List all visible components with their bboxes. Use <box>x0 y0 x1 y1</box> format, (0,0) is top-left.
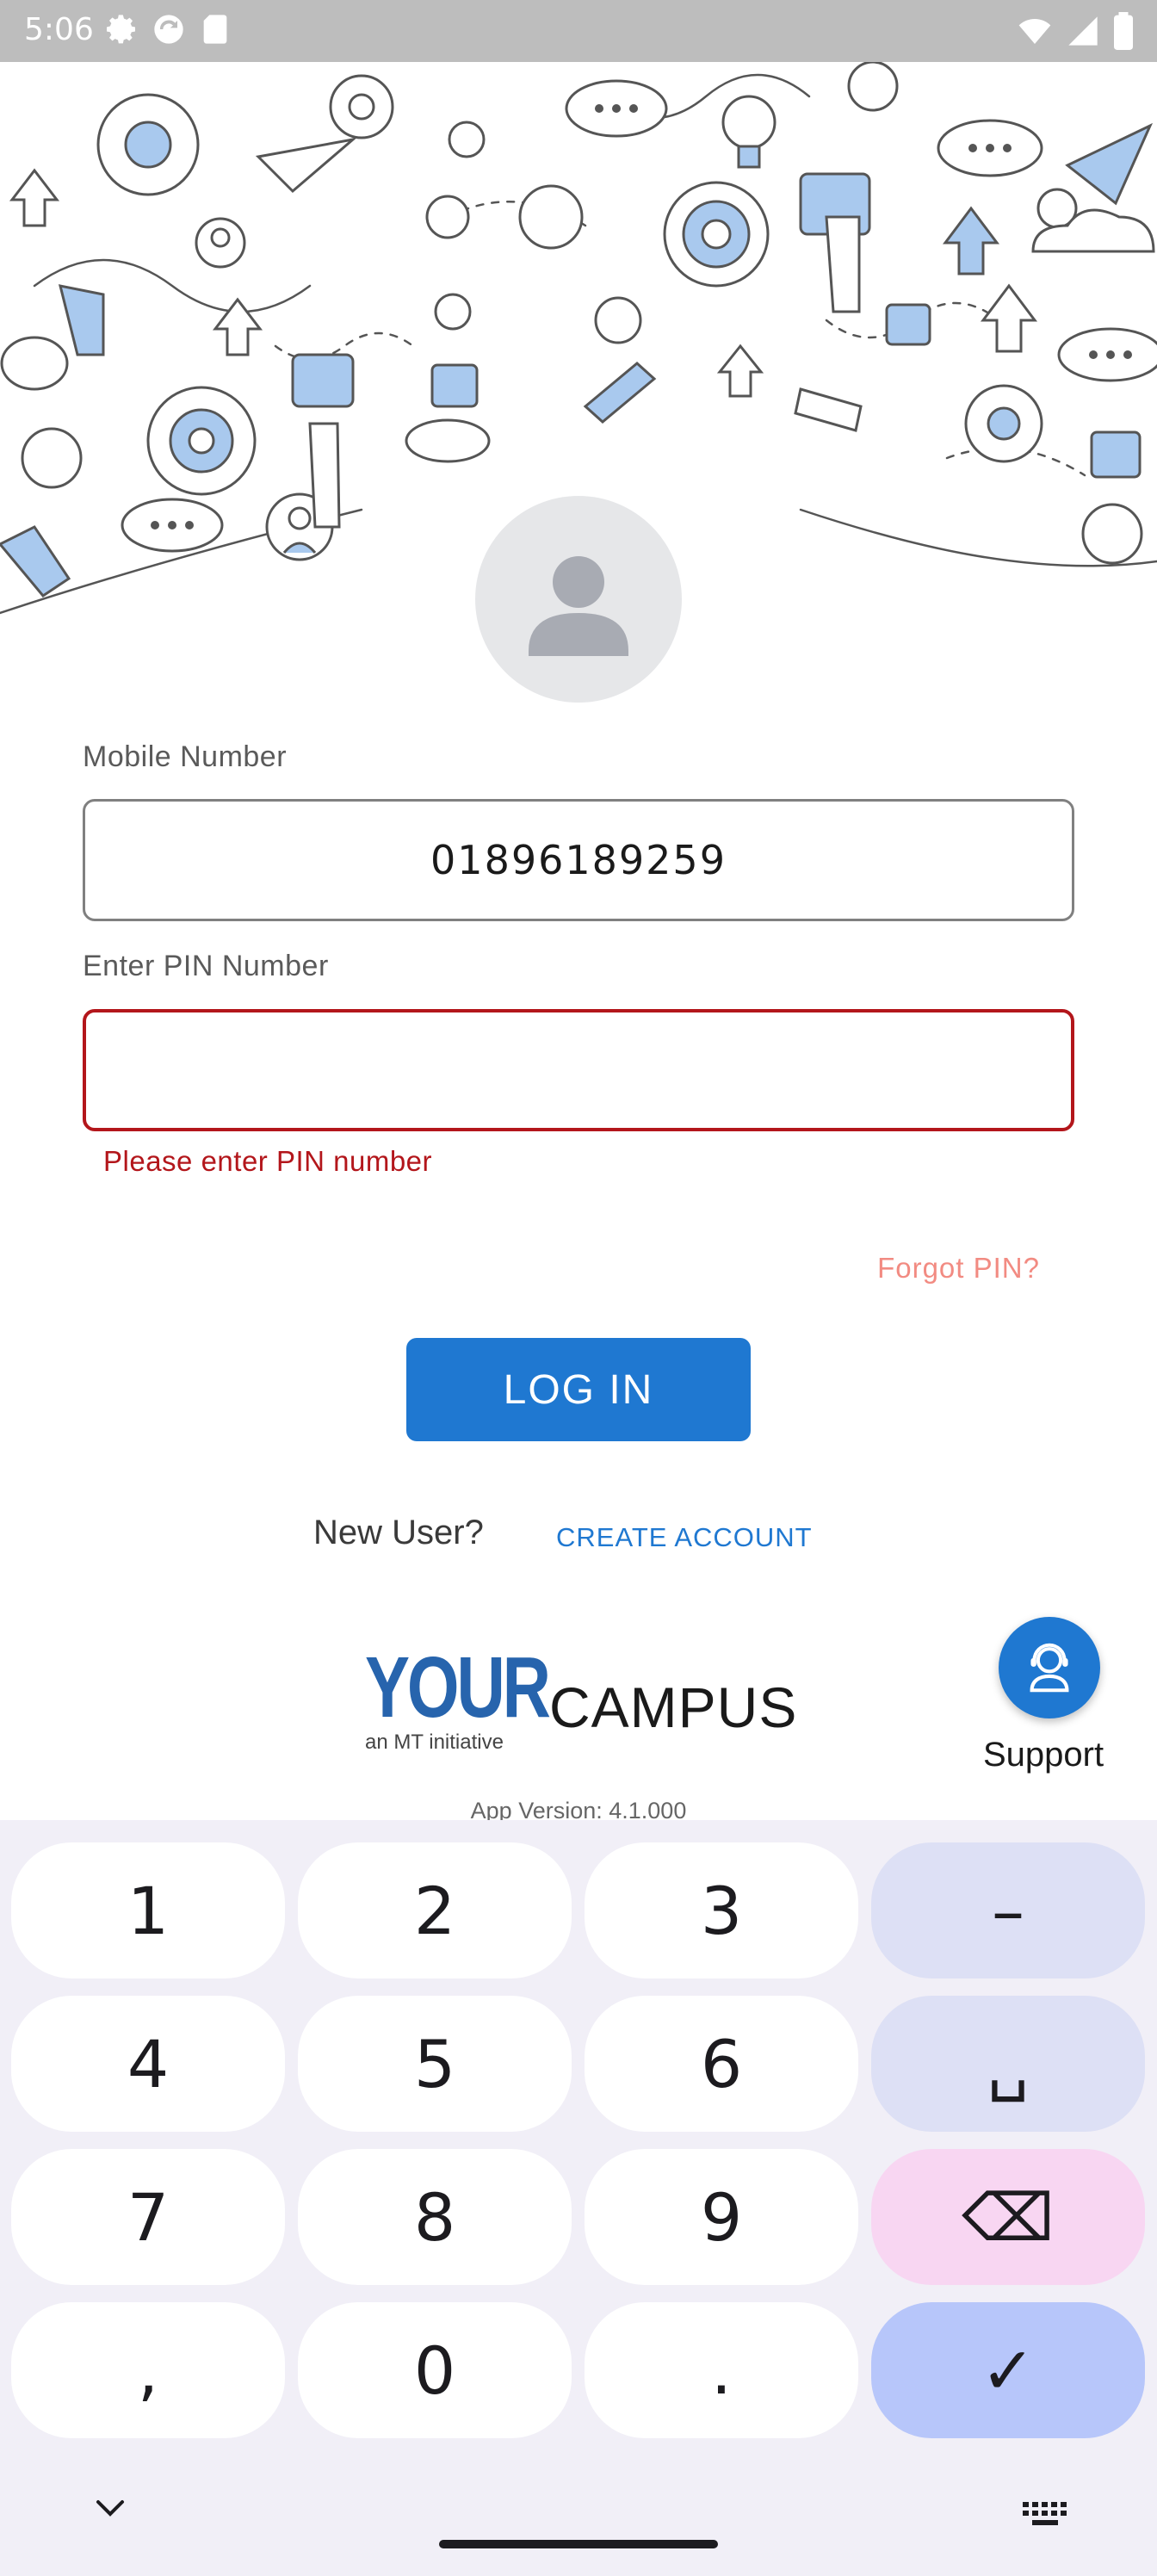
key-9[interactable]: 9 <box>585 2149 858 2285</box>
key-0[interactable]: 0 <box>298 2302 572 2438</box>
sd-card-icon <box>198 12 232 46</box>
key-backspace[interactable]: ⌫ <box>871 2149 1145 2285</box>
logo-campus-text: CAMPUS <box>549 1675 798 1739</box>
numeric-keyboard: 1 2 3 – 4 5 6 ␣ 7 8 9 ⌫ , 0 . ✓ <box>0 1820 1157 2576</box>
key-minus[interactable]: – <box>871 1842 1145 1978</box>
pin-error-message: Please enter PIN number <box>103 1145 433 1177</box>
key-8[interactable]: 8 <box>298 2149 572 2285</box>
avatar <box>475 496 682 703</box>
wifi-icon <box>1016 14 1054 53</box>
key-6[interactable]: 6 <box>585 1996 858 2132</box>
key-enter[interactable]: ✓ <box>871 2302 1145 2438</box>
sync-icon <box>152 12 186 46</box>
support-agent-icon <box>1030 1643 1069 1693</box>
support-label: Support <box>983 1736 1104 1774</box>
key-3[interactable]: 3 <box>585 1842 858 1978</box>
pin-field[interactable] <box>83 1009 1074 1131</box>
mobile-number-label: Mobile Number <box>83 740 288 773</box>
key-4[interactable]: 4 <box>11 1996 285 2132</box>
support-button[interactable] <box>999 1617 1100 1718</box>
key-7[interactable]: 7 <box>11 2149 285 2285</box>
signal-icon <box>1066 14 1100 53</box>
create-account-link[interactable]: CREATE ACCOUNT <box>556 1522 813 1553</box>
key-period[interactable]: . <box>585 2302 858 2438</box>
status-bar: 5:06 <box>0 0 1157 62</box>
key-space[interactable]: ␣ <box>871 1996 1145 2132</box>
forgot-pin-link[interactable]: Forgot PIN? <box>877 1252 1040 1285</box>
logo-tagline: an MT initiative <box>365 1731 504 1754</box>
keyboard-switch-icon[interactable] <box>1021 2500 1069 2532</box>
new-user-text: New User? <box>313 1514 484 1551</box>
key-2[interactable]: 2 <box>298 1842 572 1978</box>
battery-icon <box>1112 12 1135 54</box>
key-1[interactable]: 1 <box>11 1842 285 1978</box>
status-time: 5:06 <box>24 12 94 47</box>
user-icon <box>529 556 628 656</box>
key-5[interactable]: 5 <box>298 1996 572 2132</box>
your-campus-logo: YOUR CAMPUS an MT initiative <box>362 1639 796 1756</box>
status-left-icons <box>105 12 232 46</box>
settings-icon <box>105 12 139 46</box>
navigation-handle[interactable] <box>439 2540 718 2548</box>
pin-label: Enter PIN Number <box>83 950 329 982</box>
key-comma[interactable]: , <box>11 2302 285 2438</box>
mobile-number-field[interactable]: 01896189259 <box>83 799 1074 921</box>
hide-keyboard-chevron-icon[interactable] <box>93 2497 127 2523</box>
logo-your-text: YOUR <box>365 1639 551 1736</box>
login-button[interactable]: LOG IN <box>406 1338 751 1441</box>
status-right-icons <box>1016 12 1135 54</box>
